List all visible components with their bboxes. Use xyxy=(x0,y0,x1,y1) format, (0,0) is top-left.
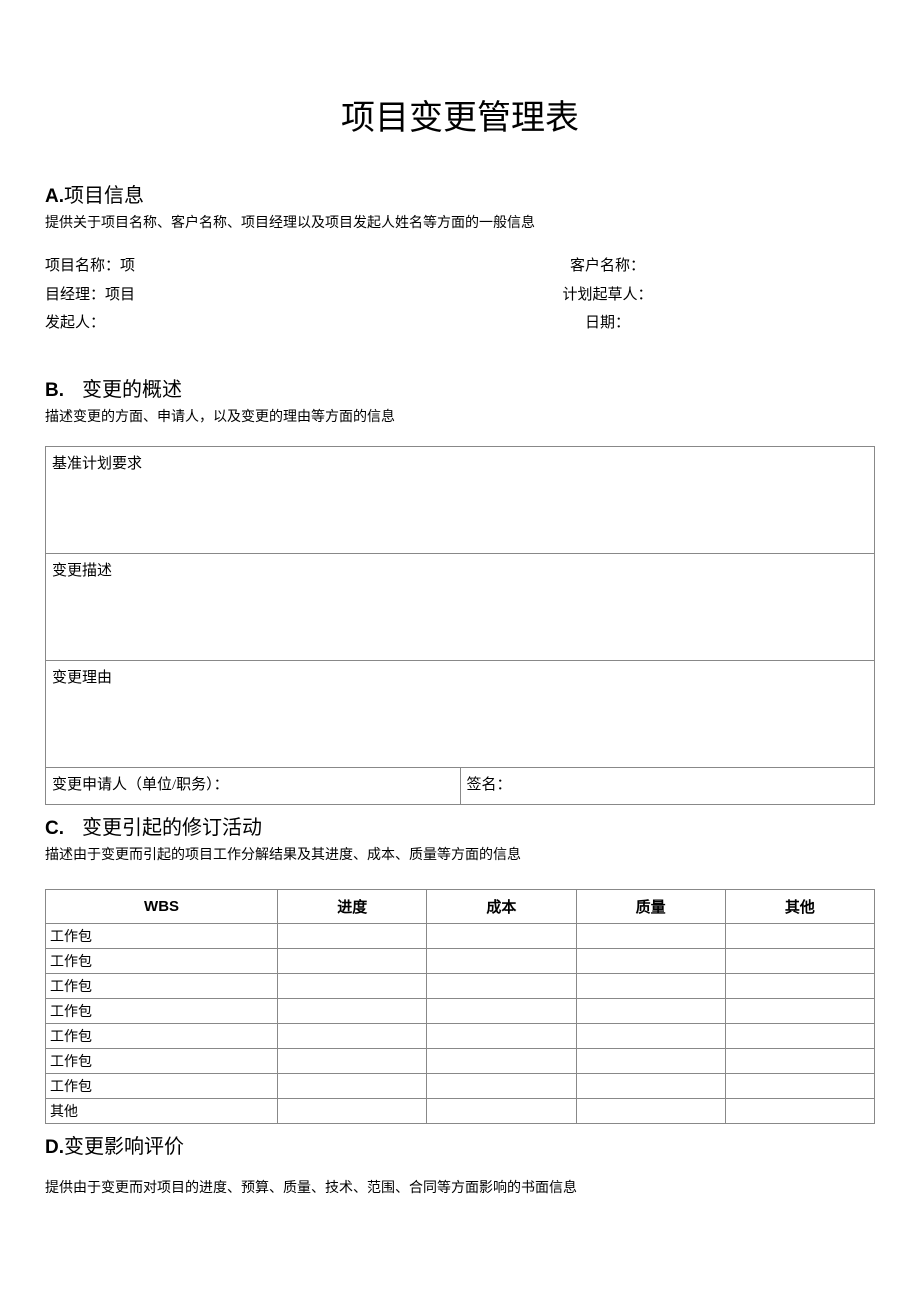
section-c-name: 变更引起的修订活动 xyxy=(82,817,262,839)
section-d-desc: 提供由于变更而对项目的进度、预算、质量、技术、范围、合同等方面影响的书面信息 xyxy=(45,1177,875,1197)
cell xyxy=(725,948,874,973)
date-label: 日期： xyxy=(460,309,875,338)
cell xyxy=(576,1048,725,1073)
wbs-cell: 工作包 xyxy=(46,948,278,973)
cell xyxy=(576,1023,725,1048)
cell xyxy=(427,1023,576,1048)
initiator-label: 发起人： xyxy=(45,309,460,338)
section-a-desc: 提供关于项目名称、客户名称、项目经理以及项目发起人姓名等方面的一般信息 xyxy=(45,212,875,232)
baseline-requirement-cell: 基准计划要求 xyxy=(46,446,875,553)
cell xyxy=(278,1023,427,1048)
cell xyxy=(427,923,576,948)
table-row: 工作包 xyxy=(46,1073,875,1098)
table-row: 工作包 xyxy=(46,973,875,998)
wbs-cell: 其他 xyxy=(46,1098,278,1123)
wbs-cell: 工作包 xyxy=(46,973,278,998)
section-a-letter: A. xyxy=(45,186,64,207)
section-b-letter: B. xyxy=(45,380,64,401)
cell xyxy=(278,1073,427,1098)
wbs-cell: 工作包 xyxy=(46,1048,278,1073)
section-d-name: 变更影响评价 xyxy=(64,1136,184,1158)
cell xyxy=(278,973,427,998)
cell xyxy=(725,1098,874,1123)
wbs-cell: 工作包 xyxy=(46,1023,278,1048)
cell xyxy=(427,1073,576,1098)
cell xyxy=(576,1073,725,1098)
cell xyxy=(725,1048,874,1073)
cell xyxy=(278,1048,427,1073)
cell xyxy=(725,923,874,948)
cell xyxy=(725,973,874,998)
th-quality: 质量 xyxy=(576,889,725,923)
cell xyxy=(278,1098,427,1123)
section-c-header: C. 变更引起的修订活动 xyxy=(45,811,875,840)
cell xyxy=(278,948,427,973)
plan-drafter-label: 计划起草人： xyxy=(460,281,875,310)
cell xyxy=(576,973,725,998)
cell xyxy=(725,1023,874,1048)
cell xyxy=(576,923,725,948)
section-c-letter: C. xyxy=(45,818,64,839)
th-cost: 成本 xyxy=(427,889,576,923)
th-wbs: WBS xyxy=(46,889,278,923)
change-overview-table: 基准计划要求 变更描述 变更理由 变更申请人（单位/职务）： 签名： xyxy=(45,446,875,805)
project-manager-label: 目经理：项目 xyxy=(45,281,460,310)
table-row: 其他 xyxy=(46,1098,875,1123)
wbs-cell: 工作包 xyxy=(46,998,278,1023)
section-a-header: A.项目信息 xyxy=(45,179,875,208)
section-b-header: B. 变更的概述 xyxy=(45,373,875,402)
table-row: 工作包 xyxy=(46,1048,875,1073)
table-row: 工作包 xyxy=(46,948,875,973)
cell xyxy=(576,1098,725,1123)
section-d-header: D.变更影响评价 xyxy=(45,1130,875,1159)
cell xyxy=(427,1098,576,1123)
wbs-cell: 工作包 xyxy=(46,1073,278,1098)
client-name-label: 客户名称： xyxy=(460,252,875,281)
section-b-name: 变更的概述 xyxy=(82,379,182,401)
section-c-desc: 描述由于变更而引起的项目工作分解结果及其进度、成本、质量等方面的信息 xyxy=(45,844,875,864)
section-a-name: 项目信息 xyxy=(64,185,144,207)
cell xyxy=(427,1048,576,1073)
project-info-grid: 项目名称：项 客户名称： 目经理：项目 计划起草人： 发起人： 日期： xyxy=(45,252,875,338)
revision-activity-table: WBS 进度 成本 质量 其他 工作包 工作包 工作包 工作包 工作包 工作包 … xyxy=(45,889,875,1124)
th-other: 其他 xyxy=(725,889,874,923)
change-requester-cell: 变更申请人（单位/职务）： xyxy=(46,767,461,804)
cell xyxy=(576,948,725,973)
section-b-desc: 描述变更的方面、申请人，以及变更的理由等方面的信息 xyxy=(45,406,875,426)
cell xyxy=(725,998,874,1023)
th-schedule: 进度 xyxy=(278,889,427,923)
project-name-label: 项目名称：项 xyxy=(45,252,460,281)
cell xyxy=(427,973,576,998)
cell xyxy=(278,923,427,948)
change-reason-cell: 变更理由 xyxy=(46,660,875,767)
wbs-cell: 工作包 xyxy=(46,923,278,948)
table-row: 工作包 xyxy=(46,923,875,948)
change-description-cell: 变更描述 xyxy=(46,553,875,660)
page-title: 项目变更管理表 xyxy=(45,90,875,139)
section-d-letter: D. xyxy=(45,1137,64,1158)
cell xyxy=(427,998,576,1023)
cell xyxy=(278,998,427,1023)
cell xyxy=(576,998,725,1023)
signature-cell: 签名： xyxy=(460,767,875,804)
cell xyxy=(427,948,576,973)
table-row: 工作包 xyxy=(46,1023,875,1048)
cell xyxy=(725,1073,874,1098)
table-row: 工作包 xyxy=(46,998,875,1023)
